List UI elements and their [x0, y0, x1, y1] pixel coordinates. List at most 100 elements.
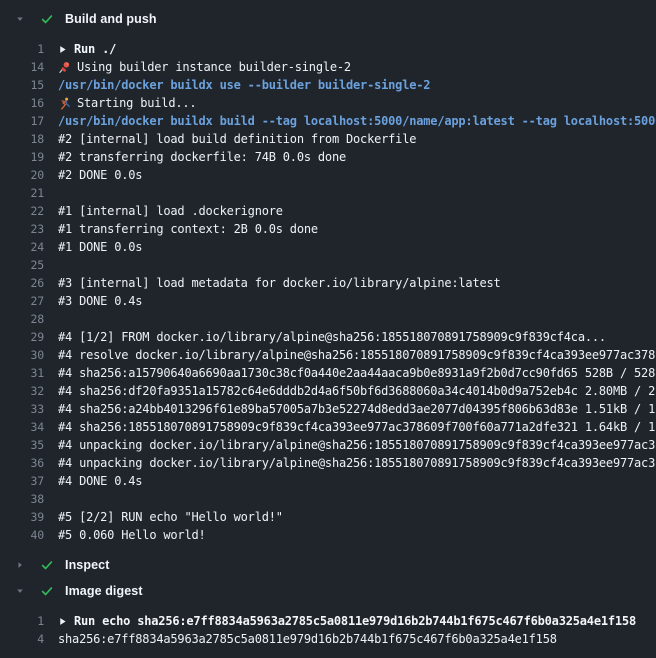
log-line: 21 [0, 184, 656, 202]
log-text-wrap: #2 DONE 0.0s [58, 166, 656, 184]
log-text: #4 DONE 0.4s [58, 472, 142, 490]
log-text: Starting build... [77, 94, 196, 112]
line-number[interactable]: 14 [0, 58, 44, 76]
line-number[interactable]: 23 [0, 220, 44, 238]
log-line: 32 #4 sha256:df20fa9351a15782c64e6dddb2d4… [0, 382, 656, 400]
log-line: 29 #4 [1/2] FROM docker.io/library/alpine… [0, 328, 656, 346]
log-line: 4 sha256:e7ff8834a5963a2785c5a0811e979d16… [0, 630, 656, 648]
log-line: 30 #4 resolve docker.io/library/alpine@sh… [0, 346, 656, 364]
line-number[interactable]: 35 [0, 436, 44, 454]
play-expander-icon[interactable] [58, 45, 67, 54]
log-line: 36 #4 unpacking docker.io/library/alpine@… [0, 454, 656, 472]
line-number[interactable]: 27 [0, 292, 44, 310]
line-number[interactable]: 19 [0, 148, 44, 166]
log-text-wrap: Run ./ [58, 40, 656, 58]
line-number[interactable]: 29 [0, 328, 44, 346]
log-text-wrap: #4 resolve docker.io/library/alpine@sha2… [58, 346, 656, 364]
check-icon [37, 12, 57, 26]
log-text-wrap: Starting build... [58, 94, 656, 112]
log-text-wrap: #3 DONE 0.4s [58, 292, 656, 310]
line-number[interactable]: 15 [0, 76, 44, 94]
line-number[interactable]: 1 [0, 612, 44, 630]
log-text: /usr/bin/docker buildx build --tag local… [58, 112, 656, 130]
log-text: #1 [internal] load .dockerignore [58, 202, 283, 220]
log-text: Run ./ [74, 40, 116, 58]
line-number[interactable]: 22 [0, 202, 44, 220]
log-line: 37 #4 DONE 0.4s [0, 472, 656, 490]
line-number[interactable]: 4 [0, 630, 44, 648]
log-text: #4 unpacking docker.io/library/alpine@sh… [58, 454, 655, 472]
log-text-wrap: Run echo sha256:e7ff8834a5963a2785c5a081… [58, 612, 656, 630]
line-number[interactable]: 25 [0, 256, 44, 274]
chevron-right-icon [9, 560, 31, 570]
line-number[interactable]: 36 [0, 454, 44, 472]
log-text-wrap [58, 184, 656, 202]
log-line: 14 Using builder instance builder-single-… [0, 58, 656, 76]
log-text: #2 [internal] load build definition from… [58, 130, 416, 148]
line-number[interactable]: 38 [0, 490, 44, 508]
section-header-build-and-push[interactable]: Build and push [0, 6, 656, 32]
line-number[interactable]: 34 [0, 418, 44, 436]
log-text-wrap: #4 sha256:185518070891758909c9f839cf4ca3… [58, 418, 656, 436]
log-text: Using builder instance builder-single-2 [77, 58, 351, 76]
log-text-wrap: #4 unpacking docker.io/library/alpine@sh… [58, 436, 656, 454]
log-line: 33 #4 sha256:a24bb4013296f61e89ba57005a7b… [0, 400, 656, 418]
log-text-wrap: /usr/bin/docker buildx use --builder bui… [58, 76, 656, 94]
line-number[interactable]: 17 [0, 112, 44, 130]
log-line: 17/usr/bin/docker buildx build --tag loc… [0, 112, 656, 130]
workflow-log-viewer: Build and push1Run ./14Using builder ins… [0, 0, 656, 656]
log-section-image-digest: Image digest 1 Run echo sha256:e7ff8834a59… [0, 578, 656, 656]
log-line: 20 #2 DONE 0.0s [0, 166, 656, 184]
log-line: 25 [0, 256, 656, 274]
line-number[interactable]: 37 [0, 472, 44, 490]
log-line: 27 #3 DONE 0.4s [0, 292, 656, 310]
log-text-wrap [58, 490, 656, 508]
log-text: #5 [2/2] RUN echo "Hello world!" [58, 508, 283, 526]
log-line: 31 #4 sha256:a15790640a6690aa1730c38cf0a4… [0, 364, 656, 382]
line-number[interactable]: 30 [0, 346, 44, 364]
line-number[interactable]: 1 [0, 40, 44, 58]
log-line: 16 Starting build... [0, 94, 656, 112]
line-number[interactable]: 39 [0, 508, 44, 526]
check-icon [37, 558, 57, 572]
line-number[interactable]: 16 [0, 94, 44, 112]
log-text-wrap: #1 transferring context: 2B 0.0s done [58, 220, 656, 238]
section-header-image-digest[interactable]: Image digest [0, 578, 656, 604]
log-text-wrap: #5 [2/2] RUN echo "Hello world!" [58, 508, 656, 526]
log-text: #4 sha256:185518070891758909c9f839cf4ca3… [58, 418, 655, 436]
log-text-wrap: #1 [internal] load .dockerignore [58, 202, 656, 220]
line-number[interactable]: 31 [0, 364, 44, 382]
pushpin-icon [58, 61, 71, 74]
log-text-wrap: #5 0.060 Hello world! [58, 526, 656, 544]
log-text-wrap: #4 sha256:df20fa9351a15782c64e6dddb2d4a6… [58, 382, 656, 400]
line-number[interactable]: 20 [0, 166, 44, 184]
log-line: 39 #5 [2/2] RUN echo "Hello world!" [0, 508, 656, 526]
check-icon [37, 584, 57, 598]
log-text: #1 transferring context: 2B 0.0s done [58, 220, 318, 238]
line-number[interactable]: 26 [0, 274, 44, 292]
log-text: #2 DONE 0.0s [58, 166, 142, 184]
line-number[interactable]: 18 [0, 130, 44, 148]
log-text: #4 resolve docker.io/library/alpine@sha2… [58, 346, 655, 364]
log-text: #4 unpacking docker.io/library/alpine@sh… [58, 436, 655, 454]
log-text: #4 [1/2] FROM docker.io/library/alpine@s… [58, 328, 606, 346]
log-text: sha256:e7ff8834a5963a2785c5a0811e979d16b… [58, 630, 557, 648]
line-number[interactable]: 40 [0, 526, 44, 544]
section-title: Inspect [65, 558, 109, 572]
log-text-wrap: #4 DONE 0.4s [58, 472, 656, 490]
log-text: #5 0.060 Hello world! [58, 526, 206, 544]
log-text-wrap: #4 [1/2] FROM docker.io/library/alpine@s… [58, 328, 656, 346]
line-number[interactable]: 21 [0, 184, 44, 202]
line-number[interactable]: 32 [0, 382, 44, 400]
play-expander-icon[interactable] [58, 617, 67, 626]
log-text-wrap [58, 310, 656, 328]
section-header-inspect[interactable]: Inspect [0, 552, 656, 578]
line-number[interactable]: 33 [0, 400, 44, 418]
line-number[interactable]: 28 [0, 310, 44, 328]
log-text-wrap: #4 sha256:a15790640a6690aa1730c38cf0a440… [58, 364, 656, 382]
log-text: #3 DONE 0.4s [58, 292, 142, 310]
line-number[interactable]: 24 [0, 238, 44, 256]
log-text: #4 sha256:a24bb4013296f61e89ba57005a7b3e… [58, 400, 655, 418]
log-text-wrap: /usr/bin/docker buildx build --tag local… [58, 112, 656, 130]
log-line: 23 #1 transferring context: 2B 0.0s done [0, 220, 656, 238]
